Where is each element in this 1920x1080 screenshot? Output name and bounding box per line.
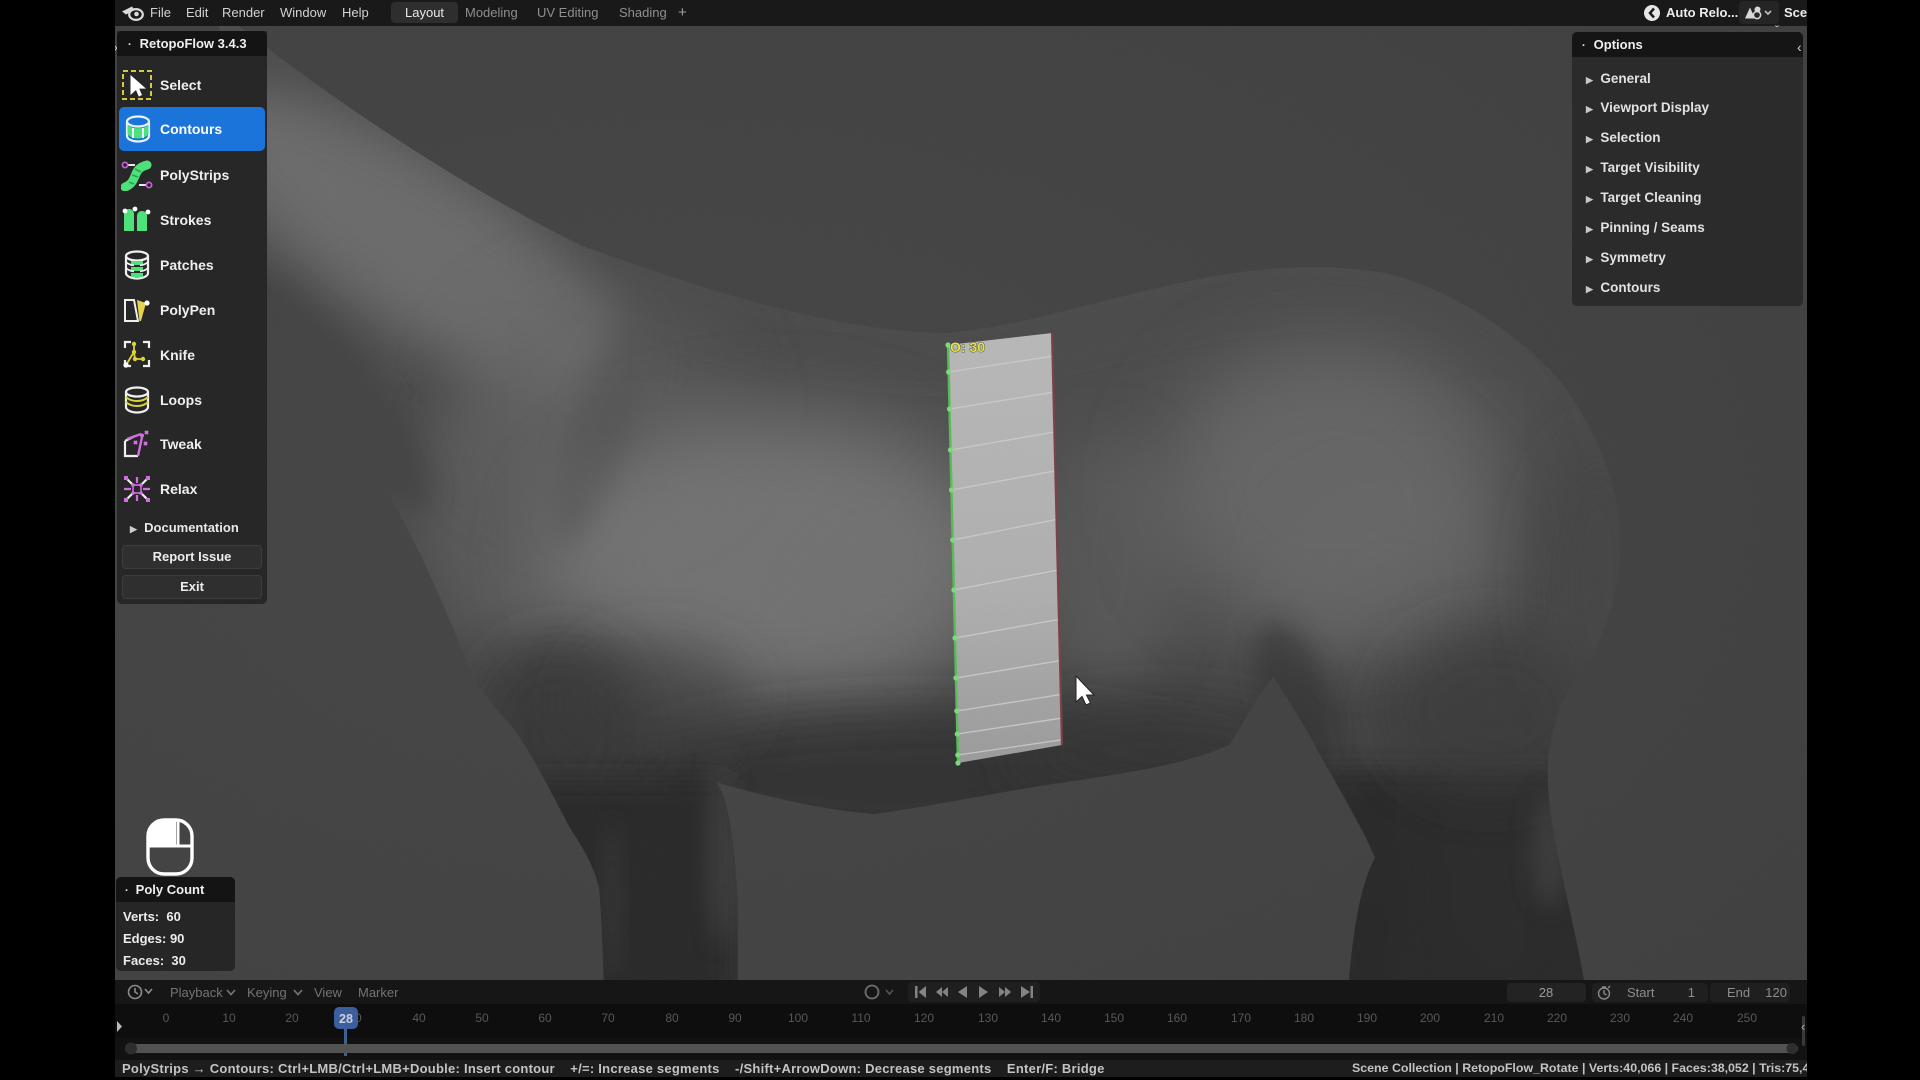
- svg-text:28: 28: [1539, 985, 1553, 1000]
- svg-text:40: 40: [412, 1011, 426, 1025]
- svg-text:50: 50: [475, 1011, 489, 1025]
- svg-text:210: 210: [1484, 1011, 1504, 1025]
- svg-text:170: 170: [1231, 1011, 1251, 1025]
- svg-text:160: 160: [1167, 1011, 1187, 1025]
- svg-text:70: 70: [601, 1011, 615, 1025]
- svg-text:180: 180: [1294, 1011, 1314, 1025]
- svg-text:230: 230: [1610, 1011, 1630, 1025]
- svg-text:80: 80: [665, 1011, 679, 1025]
- svg-text:120: 120: [914, 1011, 934, 1025]
- svg-text:Start: Start: [1627, 985, 1655, 1000]
- svg-text:View: View: [314, 985, 343, 1000]
- svg-text:200: 200: [1420, 1011, 1440, 1025]
- svg-text:‹: ‹: [1801, 1019, 1805, 1034]
- svg-text:End: End: [1727, 985, 1750, 1000]
- svg-text:240: 240: [1673, 1011, 1693, 1025]
- svg-text:Keying: Keying: [247, 985, 287, 1000]
- svg-text:28: 28: [339, 1012, 353, 1026]
- svg-text:190: 190: [1357, 1011, 1377, 1025]
- svg-text:130: 130: [978, 1011, 998, 1025]
- svg-text:120: 120: [1765, 985, 1787, 1000]
- svg-text:150: 150: [1104, 1011, 1124, 1025]
- svg-text:10: 10: [222, 1011, 236, 1025]
- svg-text:Playback: Playback: [170, 985, 223, 1000]
- svg-text:100: 100: [788, 1011, 808, 1025]
- svg-text:60: 60: [538, 1011, 552, 1025]
- svg-text:110: 110: [851, 1011, 870, 1025]
- svg-text:Marker: Marker: [358, 985, 399, 1000]
- svg-text:1: 1: [1688, 985, 1695, 1000]
- svg-text:0: 0: [163, 1011, 170, 1025]
- svg-text:250: 250: [1737, 1011, 1757, 1025]
- svg-text:90: 90: [728, 1011, 742, 1025]
- svg-text:220: 220: [1547, 1011, 1567, 1025]
- svg-text:20: 20: [285, 1011, 299, 1025]
- svg-text:140: 140: [1041, 1011, 1061, 1025]
